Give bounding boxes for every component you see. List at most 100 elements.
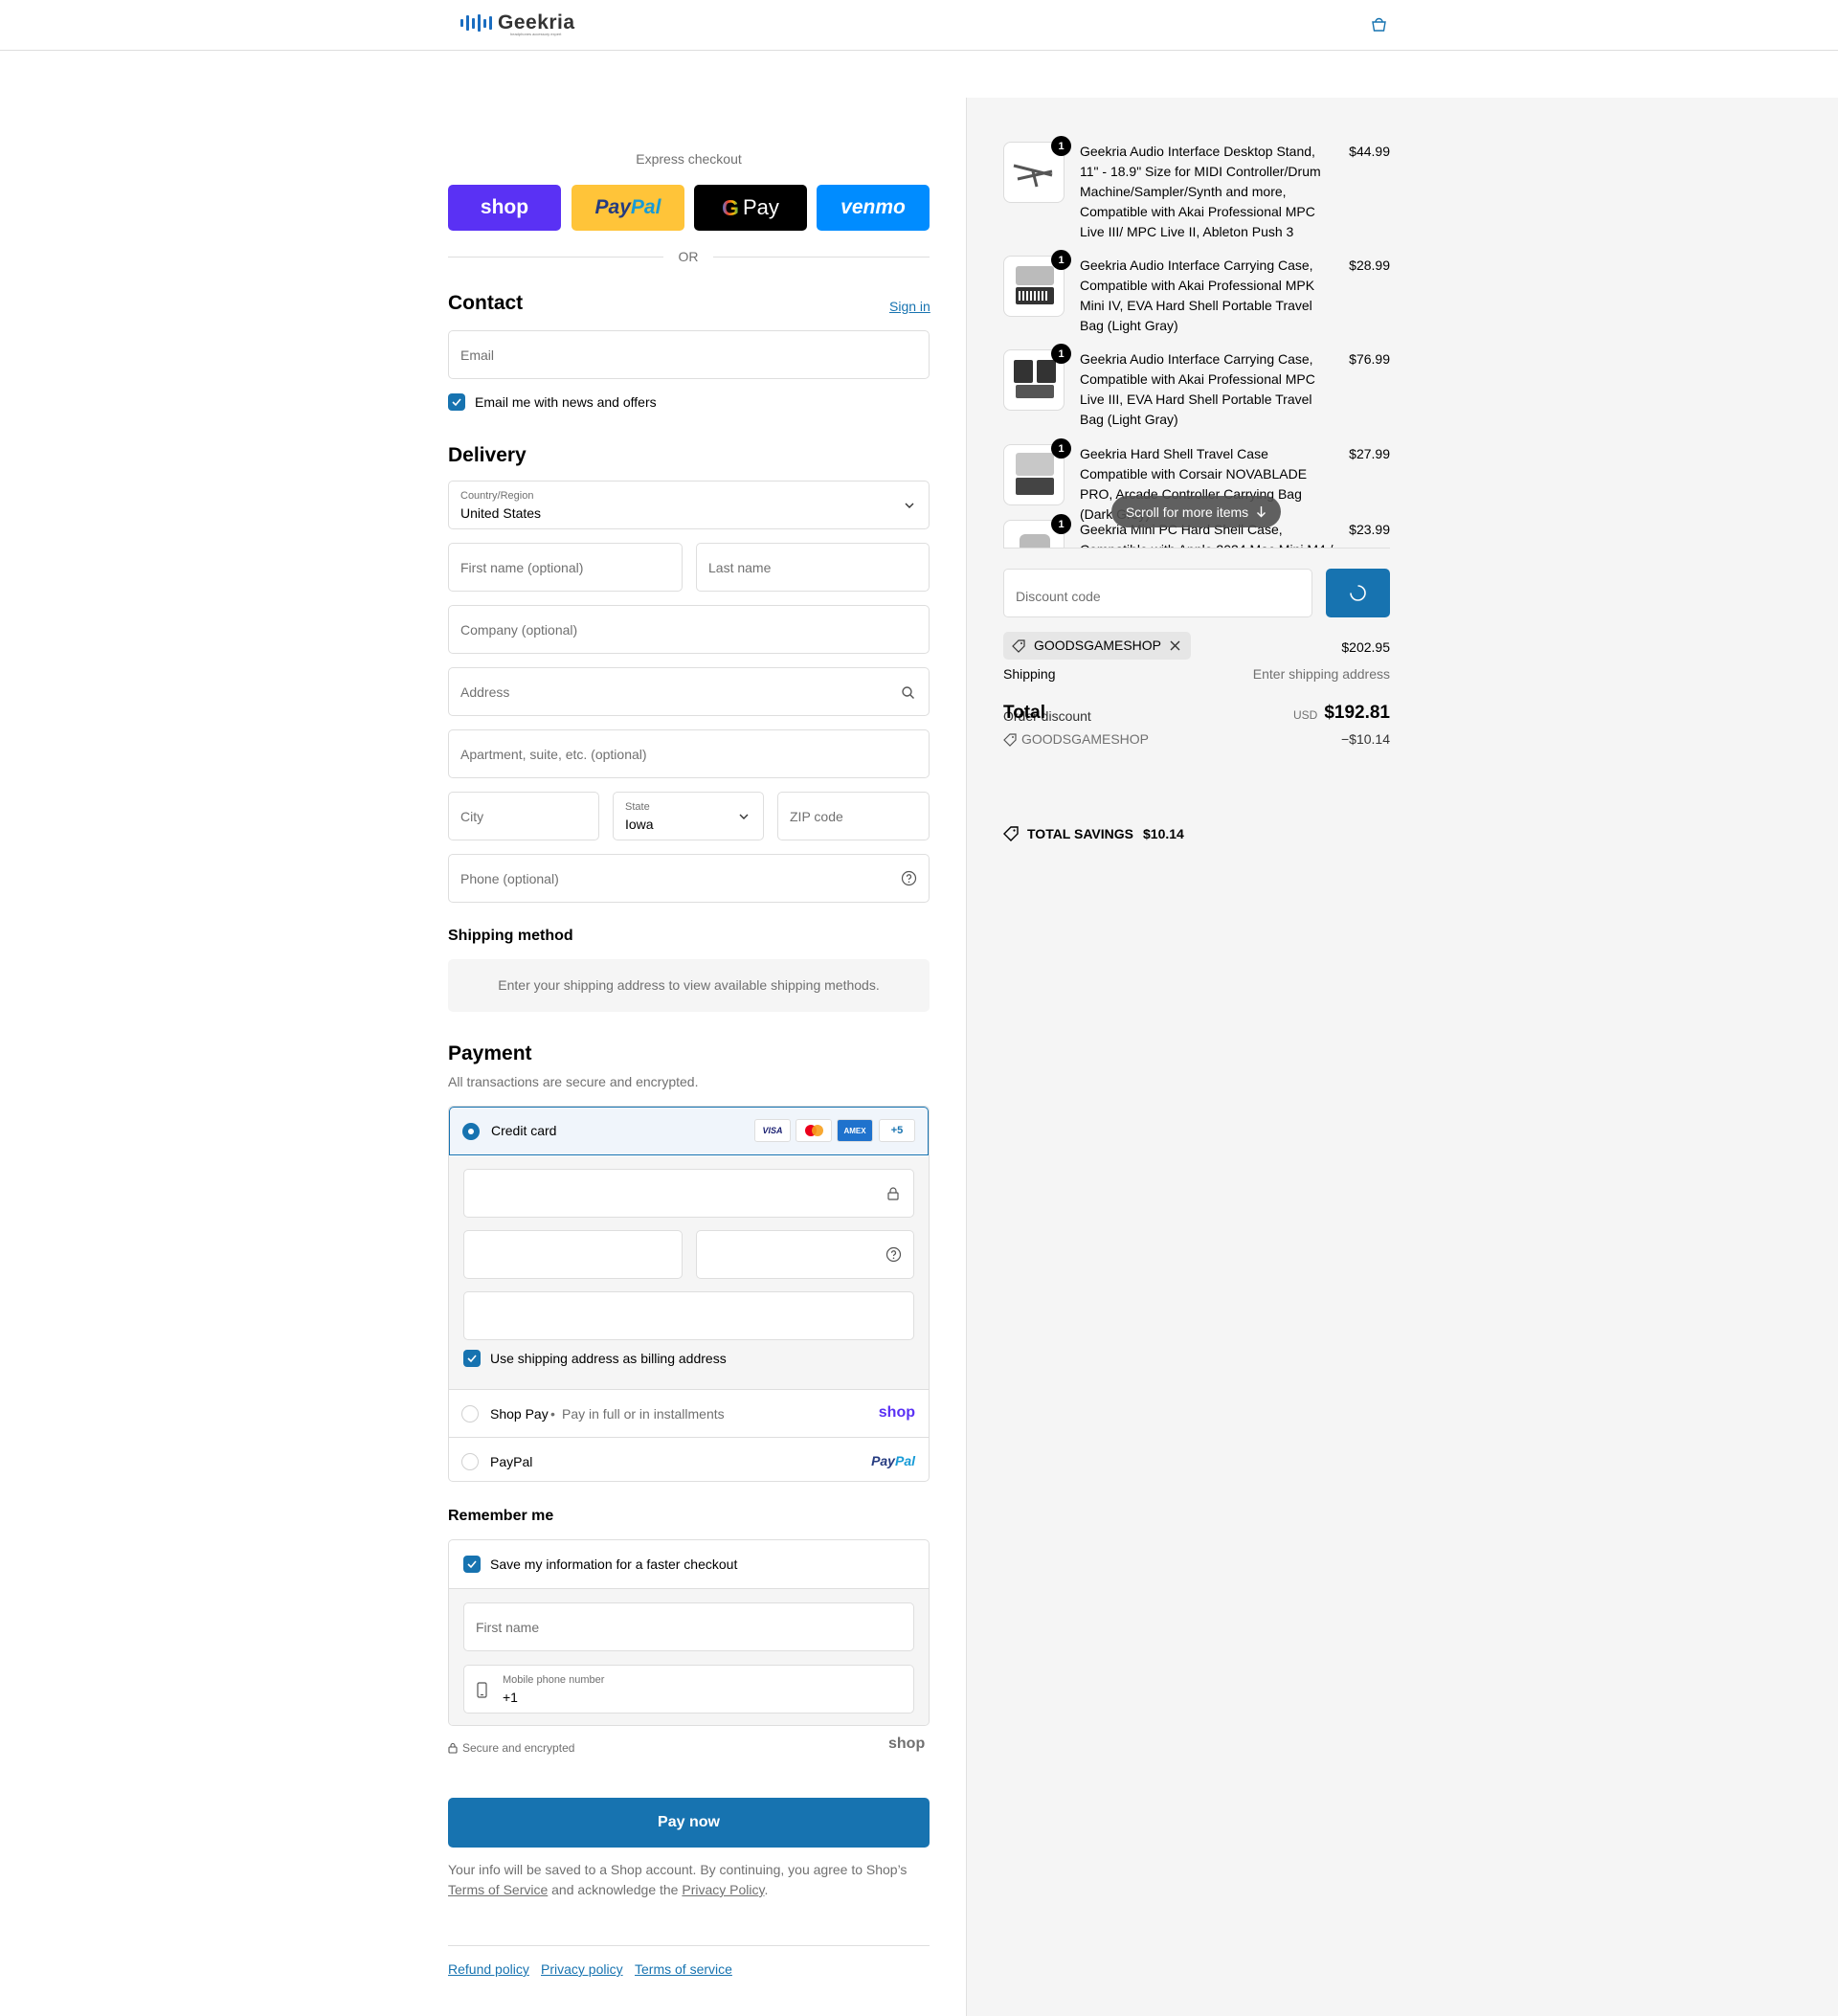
venmo-express-button[interactable]: venmo — [817, 185, 930, 231]
shipping-method-notice: Enter your shipping address to view avai… — [448, 959, 930, 1012]
paypal-logo-pay: Pay — [871, 1453, 895, 1468]
remember-first-name-field[interactable]: First name — [463, 1602, 914, 1651]
remember-me-fields: First name Mobile phone number +1 — [449, 1588, 929, 1725]
address-field[interactable]: Address — [448, 667, 930, 716]
shop-pay-express-button[interactable]: shop — [448, 185, 561, 231]
company-placeholder: Company (optional) — [460, 622, 578, 638]
checkmark-icon — [467, 1560, 477, 1569]
mobile-phone-field[interactable]: Mobile phone number +1 — [463, 1665, 914, 1714]
remember-me-heading: Remember me — [448, 1508, 554, 1524]
tag-icon — [1012, 639, 1025, 653]
quantity-badge: 1 — [1051, 250, 1071, 270]
remember-me-box: Save my information for a faster checkou… — [448, 1539, 930, 1726]
billing-checkbox[interactable] — [463, 1350, 481, 1367]
google-pay-express-button[interactable]: G Pay — [694, 185, 807, 231]
express-checkout-title: Express checkout — [636, 151, 742, 167]
applied-code-text: GOODSGAMESHOP — [1034, 638, 1162, 653]
discount-code-field[interactable]: Discount code — [1003, 569, 1312, 617]
item-price: $27.99 — [1349, 446, 1390, 461]
savings-tag-icon — [1003, 826, 1019, 841]
shop-pay-logo: shop — [878, 1404, 915, 1421]
item-title: Geekria Audio Interface Carrying Case, C… — [1080, 258, 1315, 333]
country-label: Country/Region — [460, 490, 534, 502]
mobile-label: Mobile phone number — [503, 1674, 605, 1686]
brand-tagline: headphones accessory expert — [510, 32, 562, 36]
paypal-logo-pay: Pay — [594, 196, 631, 218]
scroll-for-more-button[interactable]: Scroll for more items — [1111, 496, 1281, 527]
help-icon[interactable] — [901, 870, 917, 886]
legal-text-b: and acknowledge the — [551, 1882, 679, 1897]
mobile-value: +1 — [503, 1690, 518, 1705]
phone-field[interactable]: Phone (optional) — [448, 854, 930, 903]
apply-discount-button[interactable] — [1326, 569, 1390, 617]
email-field[interactable]: Email — [448, 330, 930, 379]
bullet-separator: • — [550, 1406, 555, 1422]
company-field[interactable]: Company (optional) — [448, 605, 930, 654]
quantity-badge: 1 — [1051, 514, 1071, 534]
pay-now-button[interactable]: Pay now — [448, 1798, 930, 1848]
total-savings-label: TOTAL SAVINGS — [1027, 826, 1133, 841]
items-divider — [1003, 548, 1390, 549]
news-checkbox[interactable] — [448, 393, 465, 411]
country-select[interactable]: Country/Region United States — [448, 481, 930, 529]
credit-card-radio[interactable] — [462, 1123, 480, 1140]
state-select[interactable]: State Iowa — [613, 792, 764, 840]
order-items-list[interactable]: 1 Geekria Audio Interface Desktop Stand,… — [1003, 134, 1390, 549]
paypal-express-button[interactable]: Pay Pal — [572, 185, 684, 231]
paypal-option[interactable]: PayPal PayPal — [449, 1439, 929, 1481]
item-price: $23.99 — [1349, 522, 1390, 537]
shop-pay-label: Shop Pay — [490, 1406, 549, 1422]
checkmark-icon — [467, 1355, 477, 1363]
card-number-field[interactable] — [463, 1169, 914, 1218]
checkmark-icon — [452, 398, 461, 407]
shop-pay-radio[interactable] — [461, 1405, 479, 1422]
billing-checkbox-label: Use shipping address as billing address — [490, 1351, 727, 1366]
privacy-policy-link[interactable]: Privacy policy — [541, 1961, 623, 1977]
shop-privacy-link[interactable]: Privacy Policy — [682, 1882, 764, 1897]
discount-value: −$10.14 — [1341, 731, 1390, 747]
shop-pay-option[interactable]: Shop Pay • Pay in full or in installment… — [449, 1391, 929, 1438]
sign-in-link[interactable]: Sign in — [889, 299, 930, 314]
city-field[interactable]: City — [448, 792, 599, 840]
mastercard-icon — [796, 1119, 832, 1142]
currency-code: USD — [1293, 708, 1318, 722]
shop-terms-link[interactable]: Terms of Service — [448, 1882, 548, 1897]
tag-icon — [1003, 733, 1017, 747]
shipping-value: Enter shipping address — [1252, 666, 1390, 682]
scroll-hint-label: Scroll for more items — [1125, 504, 1249, 520]
line-item: 1 Geekria Audio Interface Carrying Case,… — [1003, 344, 1390, 436]
payment-subtitle: All transactions are secure and encrypte… — [448, 1074, 699, 1089]
paypal-radio[interactable] — [461, 1453, 479, 1470]
close-icon[interactable] — [1170, 640, 1180, 651]
security-code-field[interactable] — [696, 1230, 914, 1279]
last-name-field[interactable]: Last name — [696, 543, 930, 592]
lock-icon — [448, 1742, 458, 1754]
save-info-checkbox[interactable] — [463, 1556, 481, 1573]
credit-card-label: Credit card — [491, 1123, 557, 1138]
brand-logo[interactable]: Geekria headphones accessory expert — [460, 11, 575, 36]
footer-divider — [448, 1945, 930, 1946]
item-price: $44.99 — [1349, 144, 1390, 159]
loading-spinner-icon — [1350, 585, 1366, 601]
zip-field[interactable]: ZIP code — [777, 792, 930, 840]
visa-icon: VISA — [754, 1119, 791, 1142]
first-name-field[interactable]: First name (optional) — [448, 543, 683, 592]
item-price: $28.99 — [1349, 258, 1390, 273]
terms-of-service-link[interactable]: Terms of service — [635, 1961, 732, 1977]
shopping-bag-icon[interactable] — [1370, 16, 1388, 33]
legal-period: . — [764, 1882, 769, 1897]
item-title: Geekria Audio Interface Carrying Case, C… — [1080, 351, 1315, 427]
item-title: Geekria Audio Interface Desktop Stand, 1… — [1080, 144, 1321, 239]
search-icon — [902, 686, 914, 699]
lock-icon — [887, 1187, 899, 1200]
mobile-phone-icon — [477, 1682, 487, 1698]
expiration-field[interactable] — [463, 1230, 683, 1279]
apartment-placeholder: Apartment, suite, etc. (optional) — [460, 747, 647, 762]
phone-placeholder: Phone (optional) — [460, 871, 559, 886]
discount-placeholder: Discount code — [1016, 589, 1101, 604]
chevron-down-icon — [905, 503, 914, 508]
name-on-card-field[interactable] — [463, 1291, 914, 1340]
apartment-field[interactable]: Apartment, suite, etc. (optional) — [448, 729, 930, 778]
refund-policy-link[interactable]: Refund policy — [448, 1961, 529, 1977]
help-icon[interactable] — [885, 1246, 902, 1263]
